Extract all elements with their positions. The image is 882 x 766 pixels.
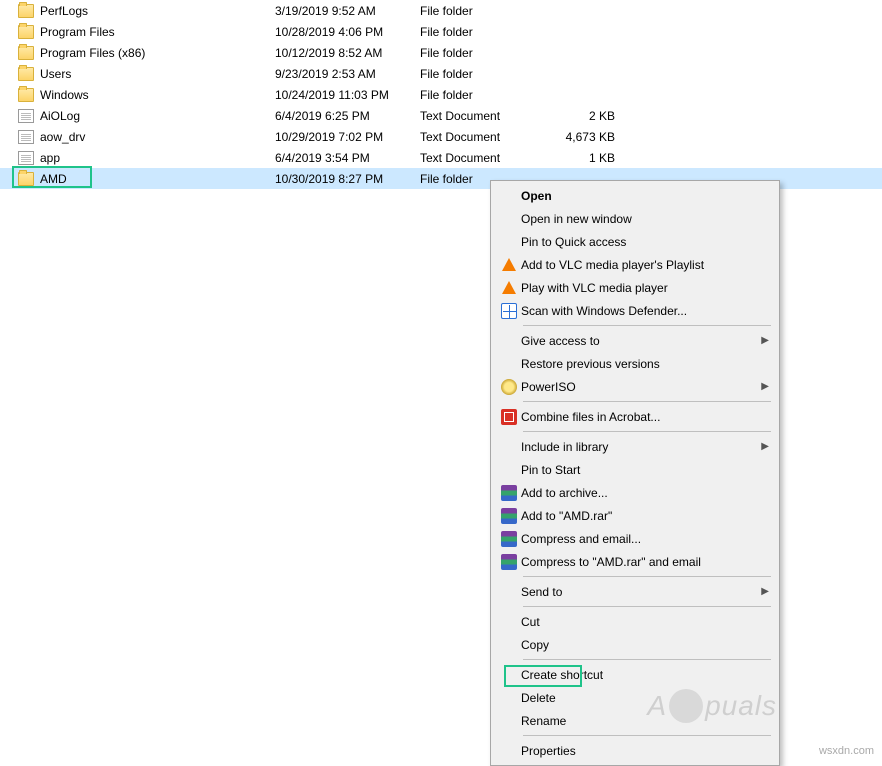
folder-icon bbox=[18, 67, 34, 81]
context-menu: Open Open in new window Pin to Quick acc… bbox=[490, 180, 780, 766]
menu-cut[interactable]: Cut bbox=[493, 610, 777, 633]
file-name: Program Files (x86) bbox=[40, 46, 275, 60]
menu-vlc-play[interactable]: Play with VLC media player bbox=[493, 276, 777, 299]
menu-open-new-window[interactable]: Open in new window bbox=[493, 207, 777, 230]
menu-separator bbox=[523, 659, 771, 660]
submenu-arrow-icon: ▶ bbox=[761, 381, 769, 392]
file-type: File folder bbox=[420, 67, 565, 81]
submenu-arrow-icon: ▶ bbox=[761, 335, 769, 346]
folder-icon bbox=[18, 25, 34, 39]
menu-acrobat-combine[interactable]: Combine files in Acrobat... bbox=[493, 405, 777, 428]
winrar-icon bbox=[501, 508, 517, 524]
file-row[interactable]: PerfLogs 3/19/2019 9:52 AM File folder bbox=[0, 0, 882, 21]
file-type: Text Document bbox=[420, 130, 565, 144]
file-name: app bbox=[40, 151, 275, 165]
file-row[interactable]: Program Files 10/28/2019 4:06 PM File fo… bbox=[0, 21, 882, 42]
winrar-icon bbox=[501, 531, 517, 547]
menu-include-library[interactable]: Include in library▶ bbox=[493, 435, 777, 458]
file-date: 10/28/2019 4:06 PM bbox=[275, 25, 420, 39]
file-size: 4,673 KB bbox=[565, 130, 615, 144]
folder-icon bbox=[18, 4, 34, 18]
file-date: 6/4/2019 6:25 PM bbox=[275, 109, 420, 123]
acrobat-icon bbox=[501, 409, 517, 425]
menu-vlc-add-playlist[interactable]: Add to VLC media player's Playlist bbox=[493, 253, 777, 276]
menu-poweriso[interactable]: PowerISO▶ bbox=[493, 375, 777, 398]
file-type: File folder bbox=[420, 4, 565, 18]
file-date: 10/29/2019 7:02 PM bbox=[275, 130, 420, 144]
file-name: AMD bbox=[40, 172, 275, 186]
file-name: Windows bbox=[40, 88, 275, 102]
submenu-arrow-icon: ▶ bbox=[761, 441, 769, 452]
menu-create-shortcut[interactable]: Create shortcut bbox=[493, 663, 777, 686]
file-type: File folder bbox=[420, 88, 565, 102]
menu-separator bbox=[523, 431, 771, 432]
winrar-icon bbox=[501, 485, 517, 501]
menu-give-access[interactable]: Give access to▶ bbox=[493, 329, 777, 352]
file-name: PerfLogs bbox=[40, 4, 275, 18]
text-file-icon bbox=[18, 109, 34, 123]
poweriso-icon bbox=[501, 379, 517, 395]
menu-send-to[interactable]: Send to▶ bbox=[493, 580, 777, 603]
file-row[interactable]: AiOLog 6/4/2019 6:25 PM Text Document 2 … bbox=[0, 105, 882, 126]
file-type: Text Document bbox=[420, 151, 565, 165]
menu-defender-scan[interactable]: Scan with Windows Defender... bbox=[493, 299, 777, 322]
file-size: 2 KB bbox=[565, 109, 615, 123]
file-row[interactable]: app 6/4/2019 3:54 PM Text Document 1 KB bbox=[0, 147, 882, 168]
folder-icon bbox=[18, 46, 34, 60]
menu-add-amd-rar[interactable]: Add to "AMD.rar" bbox=[493, 504, 777, 527]
file-name: Users bbox=[40, 67, 275, 81]
menu-compress-amd-email[interactable]: Compress to "AMD.rar" and email bbox=[493, 550, 777, 573]
text-file-icon bbox=[18, 151, 34, 165]
vlc-icon bbox=[502, 258, 516, 271]
menu-separator bbox=[523, 735, 771, 736]
file-type: File folder bbox=[420, 46, 565, 60]
text-file-icon bbox=[18, 130, 34, 144]
file-row[interactable]: Windows 10/24/2019 11:03 PM File folder bbox=[0, 84, 882, 105]
file-date: 10/30/2019 8:27 PM bbox=[275, 172, 420, 186]
winrar-icon bbox=[501, 554, 517, 570]
menu-compress-email[interactable]: Compress and email... bbox=[493, 527, 777, 550]
menu-copy[interactable]: Copy bbox=[493, 633, 777, 656]
file-type: File folder bbox=[420, 25, 565, 39]
menu-add-archive[interactable]: Add to archive... bbox=[493, 481, 777, 504]
file-date: 3/19/2019 9:52 AM bbox=[275, 4, 420, 18]
source-credit: wsxdn.com bbox=[819, 745, 874, 757]
submenu-arrow-icon: ▶ bbox=[761, 586, 769, 597]
menu-separator bbox=[523, 401, 771, 402]
file-date: 9/23/2019 2:53 AM bbox=[275, 67, 420, 81]
folder-icon bbox=[18, 88, 34, 102]
file-date: 10/12/2019 8:52 AM bbox=[275, 46, 420, 60]
vlc-icon bbox=[502, 281, 516, 294]
menu-open[interactable]: Open bbox=[493, 184, 777, 207]
menu-separator bbox=[523, 325, 771, 326]
file-row[interactable]: Users 9/23/2019 2:53 AM File folder bbox=[0, 63, 882, 84]
menu-restore-versions[interactable]: Restore previous versions bbox=[493, 352, 777, 375]
menu-pin-start[interactable]: Pin to Start bbox=[493, 458, 777, 481]
watermark: Apuals bbox=[647, 689, 777, 723]
file-type: Text Document bbox=[420, 109, 565, 123]
file-row[interactable]: aow_drv 10/29/2019 7:02 PM Text Document… bbox=[0, 126, 882, 147]
file-name: AiOLog bbox=[40, 109, 275, 123]
watermark-face-icon bbox=[669, 689, 703, 723]
file-list: PerfLogs 3/19/2019 9:52 AM File folder P… bbox=[0, 0, 882, 189]
file-date: 6/4/2019 3:54 PM bbox=[275, 151, 420, 165]
menu-properties[interactable]: Properties bbox=[493, 739, 777, 762]
menu-separator bbox=[523, 606, 771, 607]
file-date: 10/24/2019 11:03 PM bbox=[275, 88, 420, 102]
file-name: aow_drv bbox=[40, 130, 275, 144]
menu-separator bbox=[523, 576, 771, 577]
file-name: Program Files bbox=[40, 25, 275, 39]
menu-pin-quick-access[interactable]: Pin to Quick access bbox=[493, 230, 777, 253]
folder-icon bbox=[18, 172, 34, 186]
file-size: 1 KB bbox=[565, 151, 615, 165]
file-row[interactable]: Program Files (x86) 10/12/2019 8:52 AM F… bbox=[0, 42, 882, 63]
defender-icon bbox=[501, 303, 517, 319]
